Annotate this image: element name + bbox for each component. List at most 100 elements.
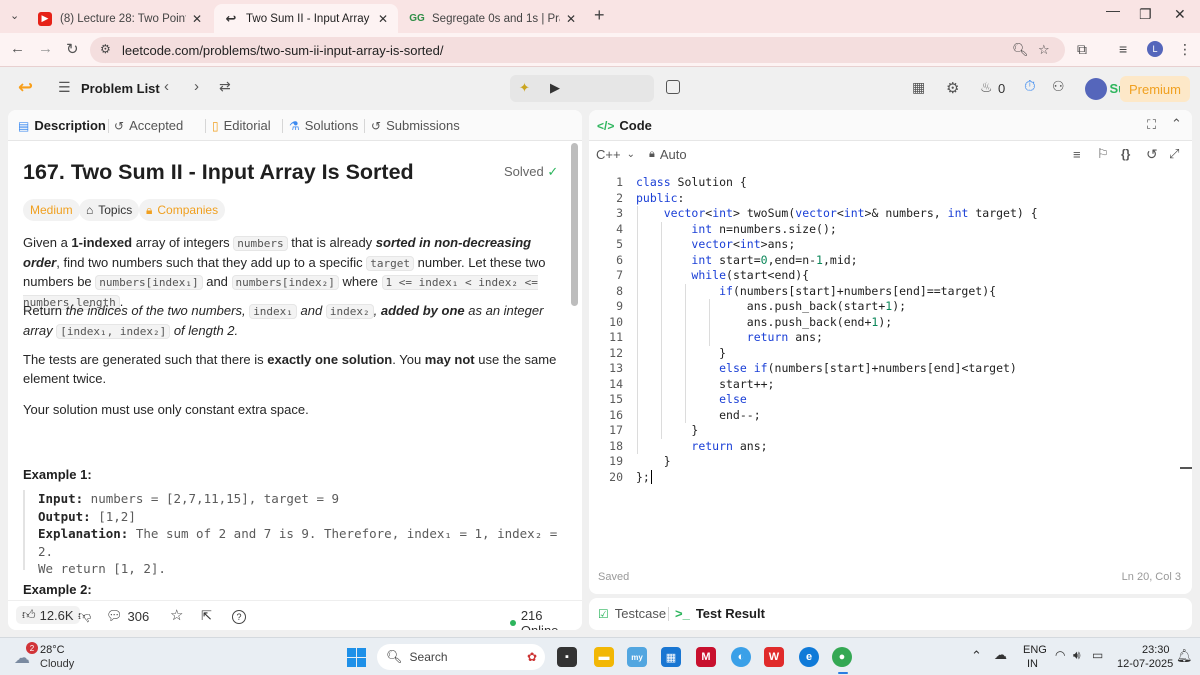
premium-button[interactable]: Premium (1120, 76, 1190, 102)
run-button[interactable]: ▶ (550, 80, 560, 96)
code-line[interactable]: } (636, 454, 671, 468)
tab-editorial[interactable]: ▯ Editorial (212, 118, 271, 133)
code-line[interactable]: else if(numbers[start]+numbers[end]<targ… (636, 361, 1017, 375)
code-line[interactable]: } (636, 423, 698, 437)
zoom-icon[interactable]: 🔍︎ (1012, 42, 1029, 58)
shuffle-icon[interactable]: ⇄ (219, 78, 231, 95)
mcafee-icon[interactable]: M (696, 647, 716, 667)
code-line[interactable]: if(numbers[start]+numbers[end]==target){ (636, 284, 996, 298)
like-button[interactable]: 👍︎ 12.6K (16, 606, 80, 624)
code-line[interactable]: return ans; (636, 439, 767, 453)
layout-icon[interactable]: ▦ (912, 79, 925, 96)
comments-button[interactable]: 💬︎ 306 (106, 608, 149, 624)
description-scrollbar[interactable] (571, 143, 578, 306)
leetcode-logo-icon[interactable]: ↩ (18, 77, 33, 98)
tab-submissions[interactable]: ↺ Submissions (371, 118, 460, 133)
timer-icon[interactable]: ⏱ (1024, 78, 1036, 95)
tab-search-icon[interactable]: ⌄ (10, 9, 19, 22)
volume-icon[interactable]: 🔊︎ (1073, 648, 1081, 663)
thumbs-down-icon[interactable]: 👎︎ (78, 608, 91, 624)
browser-tab-leetcode[interactable]: ↩ Two Sum II - Input Array Is Sort ✕ (214, 4, 398, 33)
topics-chip[interactable]: ⌂ Topics (79, 199, 140, 221)
reset-icon[interactable]: ↺ (1146, 146, 1158, 163)
problem-list-link[interactable]: Problem List (81, 81, 160, 96)
companies-chip[interactable]: 🔒︎ Companies (139, 199, 226, 221)
code-line[interactable]: int n=numbers.size(); (636, 222, 836, 236)
help-icon[interactable]: ? (232, 610, 246, 624)
code-line[interactable]: } (636, 346, 726, 360)
share-icon[interactable]: ⇱ (201, 608, 212, 624)
notes-icon[interactable] (666, 80, 680, 94)
profile-avatar[interactable]: L (1147, 41, 1163, 57)
store-icon[interactable]: ▦ (661, 647, 681, 667)
site-info-icon[interactable]: ⚙ (100, 42, 111, 56)
debug-icon[interactable]: ✦ (519, 80, 530, 96)
next-problem-icon[interactable]: › (194, 78, 199, 95)
battery-icon[interactable]: ▭ (1092, 648, 1103, 662)
code-line[interactable]: int start=0,end=n-1,mid; (636, 253, 857, 267)
code-line[interactable]: end--; (636, 408, 761, 422)
address-bar[interactable]: ⚙ leetcode.com/problems/two-sum-ii-input… (90, 37, 1065, 63)
wifi-icon[interactable]: ◠ (1055, 648, 1065, 662)
code-line[interactable]: ans.push_back(end+1); (636, 315, 892, 329)
window-close-icon[interactable]: ✕ (1174, 6, 1186, 23)
code-line[interactable]: start++; (636, 377, 774, 391)
task-view-icon[interactable]: ▪ (557, 647, 577, 667)
extensions-icon[interactable]: ⧉ (1077, 41, 1087, 58)
menu-kebab-icon[interactable]: ⋮ (1178, 41, 1192, 58)
pinned-app-icon[interactable]: ◐ (731, 647, 751, 667)
tab-testcase[interactable]: ☑ Testcase (598, 606, 666, 621)
chrome-icon[interactable]: ● (832, 647, 852, 667)
close-tab-icon[interactable]: ✕ (192, 12, 202, 26)
reload-icon[interactable]: ↻ (66, 40, 79, 58)
add-friend-icon[interactable]: ⚇ (1052, 78, 1065, 95)
expand-icon[interactable]: ⤢ (1169, 146, 1179, 162)
weather-widget[interactable]: ☁ 2 (14, 642, 38, 667)
streak-fire-icon[interactable]: ♨ (980, 79, 993, 96)
close-tab-icon[interactable]: ✕ (378, 12, 388, 26)
format-icon[interactable]: ≡ (1073, 147, 1081, 162)
code-line[interactable]: return ans; (636, 330, 823, 344)
code-editor[interactable]: 1 class Solution {2 public: 3 vector<int> t… (589, 172, 1192, 484)
file-explorer-icon[interactable]: ▬ (594, 647, 614, 667)
tab-test-result[interactable]: >_ Test Result (675, 606, 765, 621)
code-line[interactable]: public: (636, 191, 684, 205)
code-line[interactable]: else (636, 392, 747, 406)
code-line[interactable]: vector<int>ans; (636, 237, 795, 251)
browser-tab-youtube[interactable]: ▶ (8) Lecture 28: Two Pointer in C ✕ (28, 4, 212, 33)
code-line[interactable]: vector<int> twoSum(vector<int>& numbers,… (636, 206, 1038, 220)
wps-office-icon[interactable]: W (764, 647, 784, 667)
windows-start-icon[interactable] (347, 648, 366, 667)
bookmark-icon[interactable]: ⚐ (1097, 146, 1109, 162)
clock-time[interactable]: 23:30 (1142, 644, 1170, 656)
braces-icon[interactable]: {} (1121, 147, 1130, 161)
taskbar-search[interactable]: 🔍︎ Search ✿ (377, 644, 545, 670)
minimize-icon[interactable]: — (1106, 2, 1120, 18)
reading-list-icon[interactable]: ≡ (1119, 41, 1127, 57)
auto-mode[interactable]: 🔒︎ Auto (649, 147, 687, 162)
tab-accepted[interactable]: ↺ Accepted (114, 118, 183, 133)
bookmark-star-icon[interactable]: ☆ (1038, 42, 1050, 58)
tab-code[interactable]: </> Code (597, 118, 652, 133)
collapse-icon[interactable]: ⌃ (1171, 116, 1182, 132)
show-hidden-icons-icon[interactable]: ⌃ (971, 648, 982, 664)
onedrive-icon[interactable]: ☁ (994, 647, 1007, 663)
code-line[interactable]: }; (636, 470, 650, 484)
restore-icon[interactable]: ❐ (1139, 6, 1152, 23)
user-avatar[interactable] (1085, 78, 1107, 100)
notifications-icon[interactable]: 🔔︎ (1176, 648, 1193, 664)
maximize-icon[interactable]: ⛶ (1147, 117, 1156, 133)
code-line[interactable]: class Solution { (636, 175, 747, 189)
code-line[interactable]: ans.push_back(start+1); (636, 299, 906, 313)
favorite-star-icon[interactable]: ☆ (170, 606, 183, 624)
prev-problem-icon[interactable]: ‹ (164, 78, 169, 95)
mydesk-icon[interactable]: my (627, 647, 647, 667)
tab-solutions[interactable]: ⚗ Solutions (289, 118, 358, 133)
tab-description[interactable]: ▤ Description (18, 118, 106, 133)
language-indicator[interactable]: ENG (1023, 644, 1047, 656)
forward-icon[interactable]: → (38, 40, 53, 57)
close-tab-icon[interactable]: ✕ (566, 12, 576, 26)
back-icon[interactable]: ← (10, 40, 25, 57)
language-select[interactable]: C++ ⌄ (596, 147, 635, 162)
edge-icon[interactable]: e (799, 647, 819, 667)
